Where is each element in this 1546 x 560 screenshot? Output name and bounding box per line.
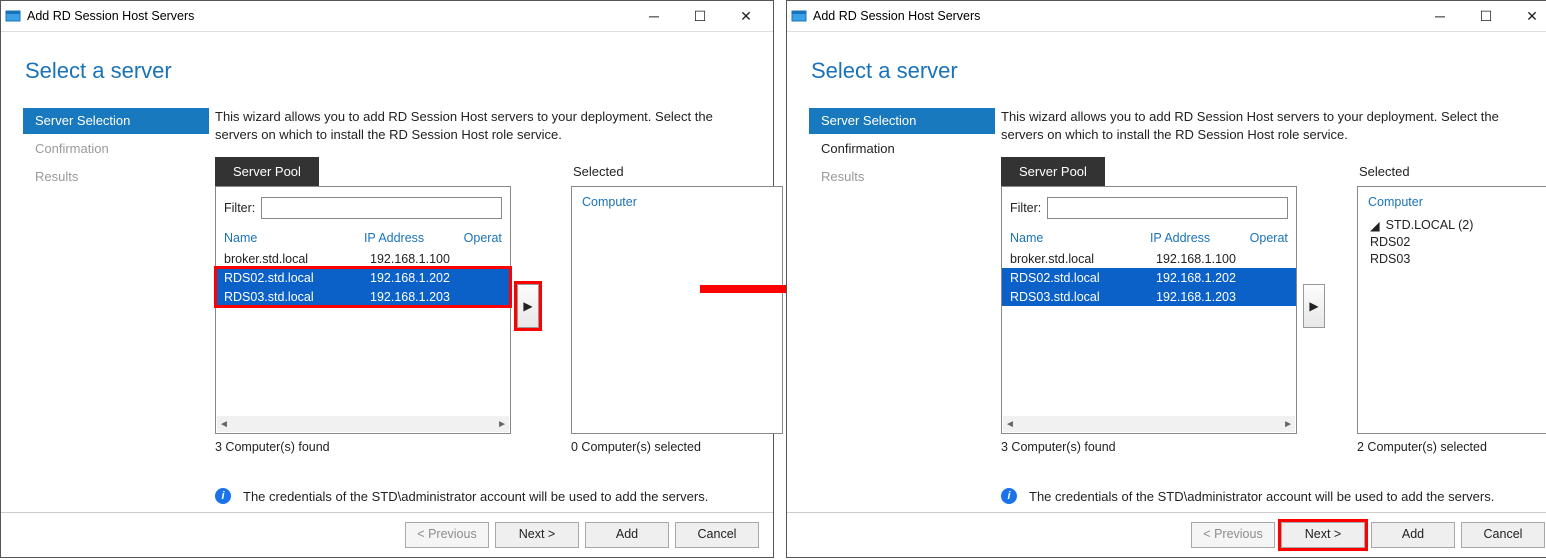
horizontal-scrollbar[interactable]: ◄► <box>1003 416 1295 432</box>
page-heading: Select a server <box>811 58 1546 84</box>
intro-text: This wizard allows you to add RD Session… <box>215 108 755 143</box>
expand-collapse-icon[interactable]: ◢ <box>1370 218 1380 233</box>
pool-table-body: broker.std.local 192.168.1.100 RDS02.std… <box>1002 249 1296 306</box>
pool-count-label: 3 Computer(s) found <box>1001 440 1297 454</box>
add-button[interactable]: Add <box>585 522 669 548</box>
cancel-button[interactable]: Cancel <box>675 522 759 548</box>
close-button[interactable]: ✕ <box>723 2 769 30</box>
selected-title: Selected <box>1357 157 1546 186</box>
page-heading: Select a server <box>25 58 773 84</box>
col-name[interactable]: Name <box>224 231 364 245</box>
selected-header: Computer <box>1368 195 1546 209</box>
wizard-steps-sidebar: Server Selection Confirmation Results <box>23 108 209 504</box>
selected-count-label: 2 Computer(s) selected <box>1357 440 1546 454</box>
wizard-steps-sidebar: Server Selection Confirmation Results <box>809 108 995 504</box>
title-bar: Add RD Session Host Servers ─ ☐ ✕ <box>1 1 773 32</box>
step-results: Results <box>23 164 209 190</box>
pool-table-body: broker.std.local 192.168.1.100 RDS02.std… <box>216 249 510 306</box>
window-title: Add RD Session Host Servers <box>813 9 980 23</box>
selected-box: Computer <box>571 186 783 434</box>
table-row[interactable]: RDS03.std.local 192.168.1.203 <box>1002 287 1296 306</box>
wizard-footer: < Previous Next > Add Cancel <box>787 512 1546 557</box>
wizard-window-before: Add RD Session Host Servers ─ ☐ ✕ Select… <box>0 0 774 558</box>
col-os[interactable]: Operat <box>464 231 502 245</box>
wizard-footer: < Previous Next > Add Cancel <box>1 512 773 557</box>
table-row[interactable]: RDS03.std.local 192.168.1.203 <box>216 287 510 306</box>
info-icon: i <box>215 488 231 504</box>
step-confirmation[interactable]: Confirmation <box>809 136 995 162</box>
selected-header: Computer <box>582 195 772 209</box>
window-title: Add RD Session Host Servers <box>27 9 194 23</box>
title-bar: Add RD Session Host Servers ─ ☐ ✕ <box>787 1 1546 32</box>
add-to-selected-button[interactable]: ▶ <box>1303 284 1325 328</box>
pool-table-header: Name IP Address Operat <box>216 225 510 249</box>
add-button[interactable]: Add <box>1371 522 1455 548</box>
step-results: Results <box>809 164 995 190</box>
filter-label: Filter: <box>224 201 255 215</box>
pool-count-label: 3 Computer(s) found <box>215 440 511 454</box>
info-text: The credentials of the STD\administrator… <box>243 489 708 504</box>
server-pool-box: Filter: Name IP Address Operat broker.st <box>215 186 511 434</box>
filter-input[interactable] <box>261 197 502 219</box>
selected-domain-node[interactable]: ◢STD.LOCAL (2) <box>1370 217 1546 232</box>
info-icon: i <box>1001 488 1017 504</box>
col-ip[interactable]: IP Address <box>1150 231 1250 245</box>
app-icon <box>791 8 807 24</box>
pool-table-header: Name IP Address Operat <box>1002 225 1296 249</box>
previous-button: < Previous <box>1191 522 1275 548</box>
filter-input[interactable] <box>1047 197 1288 219</box>
col-os[interactable]: Operat <box>1250 231 1288 245</box>
maximize-button[interactable]: ☐ <box>677 2 723 30</box>
info-text: The credentials of the STD\administrator… <box>1029 489 1494 504</box>
step-server-selection[interactable]: Server Selection <box>23 108 209 134</box>
chevron-right-icon: ▶ <box>523 299 532 313</box>
selected-computer[interactable]: RDS02 <box>1370 234 1546 251</box>
next-button[interactable]: Next > <box>1281 522 1365 548</box>
step-confirmation: Confirmation <box>23 136 209 162</box>
next-button[interactable]: Next > <box>495 522 579 548</box>
selected-box: Computer ◢STD.LOCAL (2) RDS02 RDS03 <box>1357 186 1546 434</box>
server-pool-tab[interactable]: Server Pool <box>1001 157 1105 186</box>
server-pool-tab[interactable]: Server Pool <box>215 157 319 186</box>
maximize-button[interactable]: ☐ <box>1463 2 1509 30</box>
table-row[interactable]: RDS02.std.local 192.168.1.202 <box>1002 268 1296 287</box>
add-to-selected-button[interactable]: ▶ <box>517 284 539 328</box>
col-name[interactable]: Name <box>1010 231 1150 245</box>
server-pool-box: Filter: Name IP Address Operat broker.st <box>1001 186 1297 434</box>
wizard-window-after: Add RD Session Host Servers ─ ☐ ✕ Select… <box>786 0 1546 558</box>
minimize-button[interactable]: ─ <box>631 2 677 30</box>
table-row[interactable]: broker.std.local 192.168.1.100 <box>216 249 510 268</box>
intro-text: This wizard allows you to add RD Session… <box>1001 108 1541 143</box>
previous-button: < Previous <box>405 522 489 548</box>
info-row: i The credentials of the STD\administrat… <box>215 488 783 504</box>
cancel-button[interactable]: Cancel <box>1461 522 1545 548</box>
horizontal-scrollbar[interactable]: ◄► <box>217 416 509 432</box>
col-ip[interactable]: IP Address <box>364 231 464 245</box>
app-icon <box>5 8 21 24</box>
table-row[interactable]: broker.std.local 192.168.1.100 <box>1002 249 1296 268</box>
minimize-button[interactable]: ─ <box>1417 2 1463 30</box>
chevron-right-icon: ▶ <box>1309 299 1318 313</box>
selected-computer[interactable]: RDS03 <box>1370 251 1546 268</box>
table-row[interactable]: RDS02.std.local 192.168.1.202 <box>216 268 510 287</box>
selected-title: Selected <box>571 157 783 186</box>
info-row: i The credentials of the STD\administrat… <box>1001 488 1546 504</box>
close-button[interactable]: ✕ <box>1509 2 1546 30</box>
filter-label: Filter: <box>1010 201 1041 215</box>
selected-count-label: 0 Computer(s) selected <box>571 440 783 454</box>
step-server-selection[interactable]: Server Selection <box>809 108 995 134</box>
